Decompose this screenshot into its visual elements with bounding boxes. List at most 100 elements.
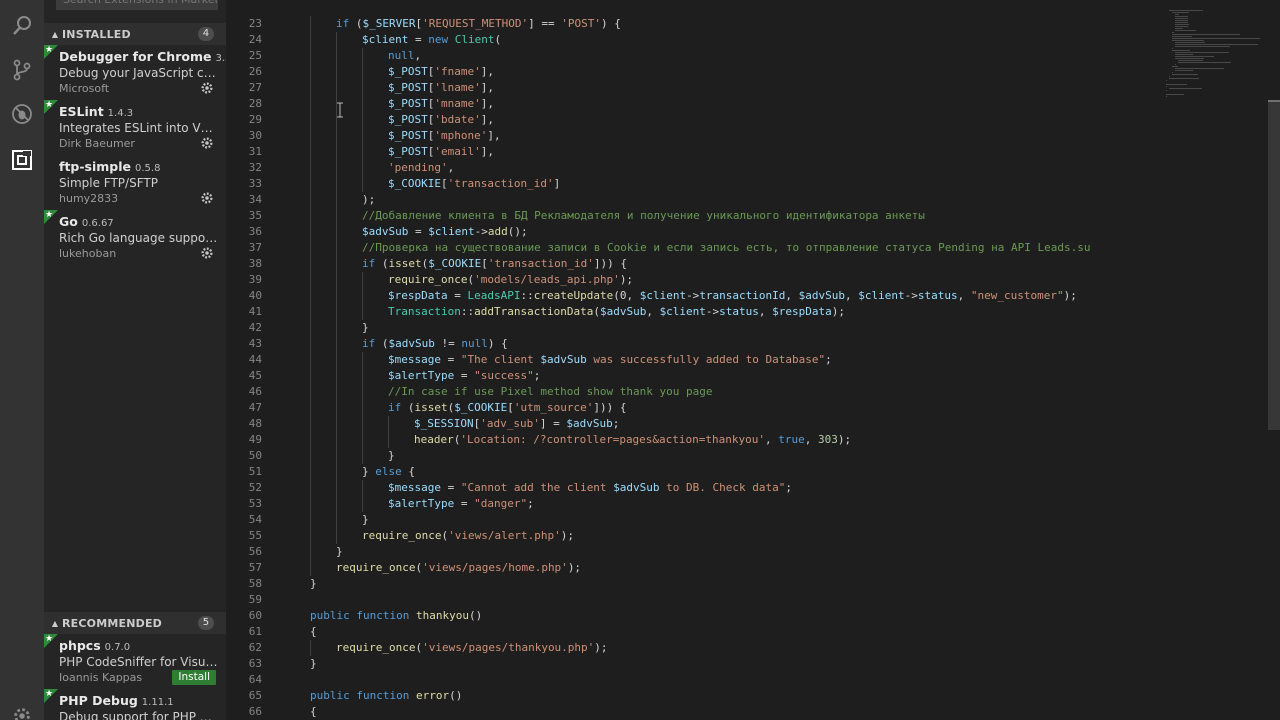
indent-guide	[310, 368, 311, 384]
gear-icon[interactable]	[200, 80, 214, 94]
indent-guide	[362, 144, 363, 160]
gear-icon[interactable]	[0, 694, 44, 720]
code-token: $client	[428, 225, 475, 238]
extension-version: 0.7.0	[104, 642, 131, 653]
search-icon[interactable]	[0, 4, 44, 48]
code-token: );	[560, 529, 574, 542]
extension-author: humy2833	[59, 192, 119, 205]
code-line: {	[310, 704, 317, 720]
code-token: 'adv_sub'	[480, 417, 540, 430]
code-line: //In case if use Pixel method show thank…	[388, 384, 713, 400]
code-token: 'email'	[434, 145, 481, 158]
indent-guide	[310, 528, 311, 544]
indent-guide	[310, 176, 311, 192]
indent-guide	[310, 464, 311, 480]
installed-label: INSTALLED	[62, 27, 131, 41]
indent-guide	[310, 256, 311, 272]
code-token: );	[567, 561, 582, 574]
indent-guide	[310, 544, 311, 560]
extension-item[interactable]: ftp-simple 0.5.8 Simple FTP/SFTP humy2833	[44, 155, 226, 210]
code-token: ,	[804, 433, 819, 446]
indent-guide	[362, 272, 363, 288]
activity-bar	[0, 0, 44, 720]
extension-item[interactable]: ★ phpcs 0.7.0 PHP CodeSniffer for Visual …	[44, 634, 226, 689]
minimap-line	[1172, 12, 1189, 13]
code-line: $_POST['mname'],	[388, 96, 494, 112]
install-button[interactable]: Install	[172, 670, 216, 685]
code-token: =	[408, 33, 429, 46]
code-token: (	[401, 401, 415, 414]
search-extensions-input[interactable]: Search Extensions in Marketplace	[56, 0, 218, 10]
code-token: 'bdate'	[434, 113, 481, 126]
indent-guide	[310, 400, 311, 416]
code-token: 'views/pages/home.php'	[422, 561, 568, 574]
indent-guide	[336, 64, 337, 80]
minimap-line	[1166, 96, 1167, 97]
code-token: 'REQUEST_METHOD'	[422, 17, 529, 30]
text-cursor-icon	[336, 102, 344, 118]
code-token: }	[310, 657, 317, 670]
indent-guide	[310, 32, 311, 48]
code-line: public function error()	[310, 688, 462, 704]
code-token: {	[310, 705, 317, 718]
line-number: 61	[248, 625, 262, 638]
line-number: 25	[248, 49, 262, 62]
code-token: true	[778, 433, 805, 446]
code-token: 'lname'	[434, 81, 481, 94]
code-line: }	[310, 656, 317, 672]
extension-item[interactable]: ★ Debugger for Chrome3.5.0 Debug your Ja…	[44, 45, 226, 100]
minimap-line	[1175, 14, 1179, 15]
line-number: 52	[248, 481, 262, 494]
code-token: //Проверка на существование записи в Coo…	[362, 241, 1091, 254]
indent-guide	[310, 352, 311, 368]
extension-item[interactable]: ★ ESLint 1.4.3 Integrates ESLint into VS …	[44, 100, 226, 155]
indent-guide	[310, 208, 311, 224]
indent-guide	[310, 112, 311, 128]
code-line: {	[310, 624, 317, 640]
line-number: 46	[248, 385, 262, 398]
code-line: if (isset($_COOKIE['utm_source'])) {	[388, 400, 626, 416]
gear-icon[interactable]	[200, 190, 214, 204]
code-token: $advSub	[613, 481, 660, 494]
code-line: if ($_SERVER['REQUEST_METHOD'] == 'POST'…	[336, 16, 621, 32]
vertical-scrollbar[interactable]	[1268, 100, 1280, 430]
installed-section-header[interactable]: ▲ INSTALLED 4	[44, 23, 226, 45]
code-token: $client	[659, 305, 706, 318]
recommended-section-header[interactable]: ▲ RECOMMENDED 5	[44, 612, 226, 634]
extension-name: PHP Debug	[59, 693, 138, 708]
code-token: "Cannot add the client	[460, 481, 614, 494]
extension-item[interactable]: ★ Go0.6.67 Rich Go language support for …	[44, 210, 226, 265]
minimap-line	[1169, 88, 1202, 89]
debug-icon[interactable]	[0, 92, 44, 136]
extension-description: Simple FTP/SFTP	[59, 176, 158, 190]
extensions-icon[interactable]	[0, 138, 44, 182]
extension-author: Dirk Baeumer	[59, 137, 135, 150]
code-token: //In case if use Pixel method show thank…	[388, 385, 713, 398]
extension-name: ftp-simple	[59, 159, 132, 174]
code-token: ) {	[487, 337, 508, 350]
code-token: $advSub	[388, 337, 435, 350]
code-editor[interactable]: 23 24 25 26 27 28 29 30 31 32 33 34 35 36 37 38 39 40 41 42…	[226, 0, 1280, 720]
scrollbar-marker	[1268, 100, 1280, 102]
gear-icon[interactable]	[200, 135, 214, 149]
code-token: ,	[845, 289, 859, 302]
code-token: $_COOKIE	[454, 401, 508, 414]
extension-item[interactable]: ★ PHP Debug 1.11.1 Debug support for PHP …	[44, 689, 226, 720]
code-token: );	[1063, 289, 1077, 302]
code-token: !=	[434, 337, 462, 350]
code-token: $_COOKIE	[388, 177, 441, 190]
code-area[interactable]: if ($_SERVER['REQUEST_METHOD'] == 'POST'…	[286, 0, 1186, 720]
minimap[interactable]	[1162, 0, 1266, 120]
code-token: 'POST'	[561, 17, 601, 30]
source-control-icon[interactable]	[0, 48, 44, 92]
star-icon: ★	[44, 210, 58, 224]
gear-icon[interactable]	[200, 245, 214, 259]
indent-guide	[336, 224, 337, 240]
code-token: $client	[639, 289, 687, 302]
code-token: if	[336, 17, 350, 30]
code-token: );	[594, 641, 608, 654]
minimap-line	[1172, 72, 1173, 73]
code-line: if (isset($_COOKIE['transaction_id'])) {	[362, 256, 627, 272]
indent-guide	[310, 160, 311, 176]
